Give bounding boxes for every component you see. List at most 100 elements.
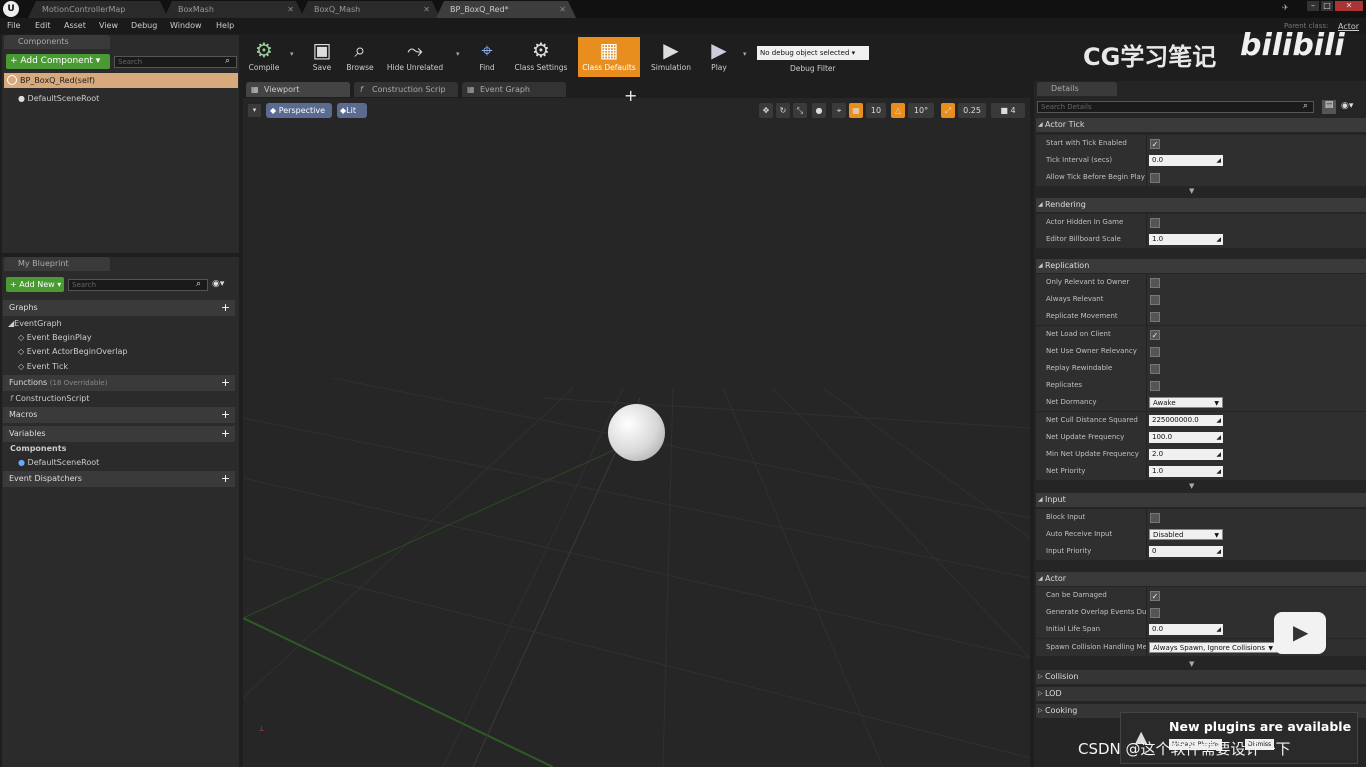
- macros-section[interactable]: Macros +: [3, 407, 235, 423]
- notification-icon[interactable]: ✈: [1282, 3, 1289, 12]
- property-value-input[interactable]: 1.0: [1149, 234, 1223, 246]
- scale-snap-value[interactable]: 0.25: [958, 103, 986, 118]
- chevron-down-icon[interactable]: ▾: [743, 50, 747, 58]
- chevron-down-icon[interactable]: ▾: [290, 50, 294, 58]
- property-dropdown[interactable]: Disabled: [1149, 529, 1223, 541]
- property-checkbox[interactable]: [1150, 381, 1160, 392]
- find-button[interactable]: ⌖ Find: [472, 37, 502, 77]
- section-actor[interactable]: ◢ Actor: [1036, 572, 1366, 586]
- maximize-button[interactable]: □: [1321, 1, 1333, 11]
- tab-event-graph[interactable]: ▦ Event Graph: [462, 82, 566, 97]
- property-value-input[interactable]: 100.0: [1149, 431, 1223, 443]
- property-checkbox[interactable]: [1150, 295, 1160, 306]
- menu-window[interactable]: Window: [170, 21, 202, 30]
- add-new-button[interactable]: + Add New ▾: [6, 277, 64, 292]
- add-dispatcher-icon[interactable]: +: [220, 473, 231, 484]
- blueprint-search-input[interactable]: Search: [68, 279, 208, 291]
- menu-debug[interactable]: Debug: [131, 21, 157, 30]
- property-checkbox[interactable]: [1150, 346, 1160, 357]
- construction-script-item[interactable]: f ConstructionScript: [10, 394, 90, 403]
- event-dispatchers-section[interactable]: Event Dispatchers +: [3, 471, 235, 487]
- property-value-input[interactable]: 1.0: [1149, 466, 1223, 478]
- property-checkbox[interactable]: [1150, 173, 1160, 184]
- doc-tab-bp-boxq-red[interactable]: BP_BoxQ_Red* ✕: [436, 1, 576, 18]
- scale-snap-icon[interactable]: ⤢: [941, 103, 955, 118]
- rotation-snap-icon[interactable]: △: [891, 103, 905, 118]
- menu-file[interactable]: File: [7, 21, 20, 30]
- class-defaults-button[interactable]: ▦ Class Defaults: [578, 37, 640, 77]
- add-component-button[interactable]: + Add Component ▾: [6, 54, 110, 69]
- surface-snap-icon[interactable]: ⌖: [832, 103, 846, 118]
- event-item[interactable]: ◇ Event Tick: [18, 362, 68, 371]
- functions-section[interactable]: Functions (18 Overridable) +: [3, 375, 235, 391]
- close-icon[interactable]: ✕: [287, 1, 294, 18]
- event-item[interactable]: ◇ Event BeginPlay: [18, 333, 92, 342]
- property-dropdown[interactable]: Always Spawn, Ignore Collisions: [1149, 641, 1277, 654]
- details-tab[interactable]: Details: [1037, 82, 1117, 96]
- scale-icon[interactable]: ⤡: [793, 103, 807, 118]
- components-search-input[interactable]: Search: [114, 56, 237, 68]
- section-lod[interactable]: ▷ LOD: [1036, 687, 1366, 701]
- property-checkbox[interactable]: ✓: [1150, 329, 1160, 340]
- property-checkbox[interactable]: [1150, 608, 1160, 619]
- chevron-down-icon[interactable]: ▾: [456, 50, 460, 58]
- add-macro-icon[interactable]: +: [220, 409, 231, 420]
- world-local-icon[interactable]: ●: [812, 103, 826, 118]
- eye-icon[interactable]: ◉▾: [1341, 101, 1353, 111]
- tab-viewport[interactable]: ▦ Viewport: [246, 82, 350, 97]
- component-self-item[interactable]: BP_BoxQ_Red(self): [4, 73, 238, 88]
- class-settings-button[interactable]: ⚙ Class Settings: [510, 37, 572, 77]
- components-tab[interactable]: Components: [4, 35, 110, 49]
- property-value-input[interactable]: 0.0: [1149, 155, 1223, 167]
- add-variable-icon[interactable]: +: [220, 428, 231, 439]
- default-scene-root-variable[interactable]: ● DefaultSceneRoot: [18, 458, 99, 467]
- property-matrix-icon[interactable]: ▤: [1322, 100, 1336, 114]
- grid-snap-value[interactable]: 10: [866, 103, 886, 118]
- perspective-button[interactable]: ◆ Perspective: [266, 103, 332, 118]
- compile-button[interactable]: ⚙ Compile: [246, 37, 282, 77]
- components-category[interactable]: Components: [10, 444, 66, 453]
- details-search-input[interactable]: Search Details: [1037, 101, 1314, 113]
- property-value-input[interactable]: 0: [1149, 546, 1223, 558]
- section-rendering[interactable]: ◢ Rendering: [1036, 198, 1366, 212]
- add-function-icon[interactable]: +: [220, 377, 231, 388]
- doc-tab-motioncontrollermap[interactable]: MotionControllerMap: [28, 1, 168, 18]
- property-checkbox[interactable]: [1150, 312, 1160, 323]
- doc-tab-boxq-mash[interactable]: BoxQ_Mash ✕: [300, 1, 440, 18]
- close-icon[interactable]: ✕: [423, 1, 430, 18]
- menu-edit[interactable]: Edit: [35, 21, 51, 30]
- event-item[interactable]: ◇ Event ActorBeginOverlap: [18, 347, 127, 356]
- hide-unrelated-button[interactable]: ⤳ Hide Unrelated: [383, 37, 447, 77]
- property-dropdown[interactable]: Awake: [1149, 397, 1223, 409]
- menu-asset[interactable]: Asset: [64, 21, 86, 30]
- property-value-input[interactable]: 2.0: [1149, 449, 1223, 460]
- play-button[interactable]: ▶ Play: [702, 37, 736, 77]
- browse-button[interactable]: ⌕ Browse: [343, 37, 377, 77]
- sphere-mesh[interactable]: [608, 404, 665, 461]
- event-graph-item[interactable]: ◢EventGraph: [8, 319, 62, 328]
- close-icon[interactable]: ✕: [559, 1, 566, 18]
- rotate-icon[interactable]: ↻: [776, 103, 790, 118]
- property-value-input[interactable]: 0.0: [1149, 624, 1223, 636]
- close-window-button[interactable]: ✕: [1335, 1, 1363, 11]
- show-advanced-icon[interactable]: ▼: [1189, 660, 1194, 668]
- section-replication[interactable]: ◢ Replication: [1036, 259, 1366, 273]
- lit-button[interactable]: ◆Lit: [337, 103, 367, 118]
- menu-view[interactable]: View: [99, 21, 118, 30]
- menu-help[interactable]: Help: [216, 21, 234, 30]
- doc-tab-boxmash[interactable]: BoxMash ✕: [164, 1, 304, 18]
- eye-icon[interactable]: ◉▾: [212, 279, 224, 289]
- simulation-button[interactable]: ▶ Simulation: [646, 37, 696, 77]
- show-advanced-icon[interactable]: ▼: [1189, 187, 1194, 195]
- translate-icon[interactable]: ✥: [759, 103, 773, 118]
- property-checkbox[interactable]: [1150, 364, 1160, 374]
- property-checkbox[interactable]: [1150, 513, 1160, 523]
- variables-section[interactable]: Variables +: [3, 426, 235, 442]
- minimize-button[interactable]: –: [1307, 1, 1319, 11]
- property-checkbox[interactable]: [1150, 218, 1160, 228]
- grid-snap-icon[interactable]: ▦: [849, 103, 863, 118]
- show-advanced-icon[interactable]: ▼: [1189, 482, 1194, 490]
- property-checkbox[interactable]: [1150, 278, 1160, 288]
- section-collision[interactable]: ▷ Collision: [1036, 670, 1366, 684]
- viewport[interactable]: ⟂: [243, 98, 1030, 767]
